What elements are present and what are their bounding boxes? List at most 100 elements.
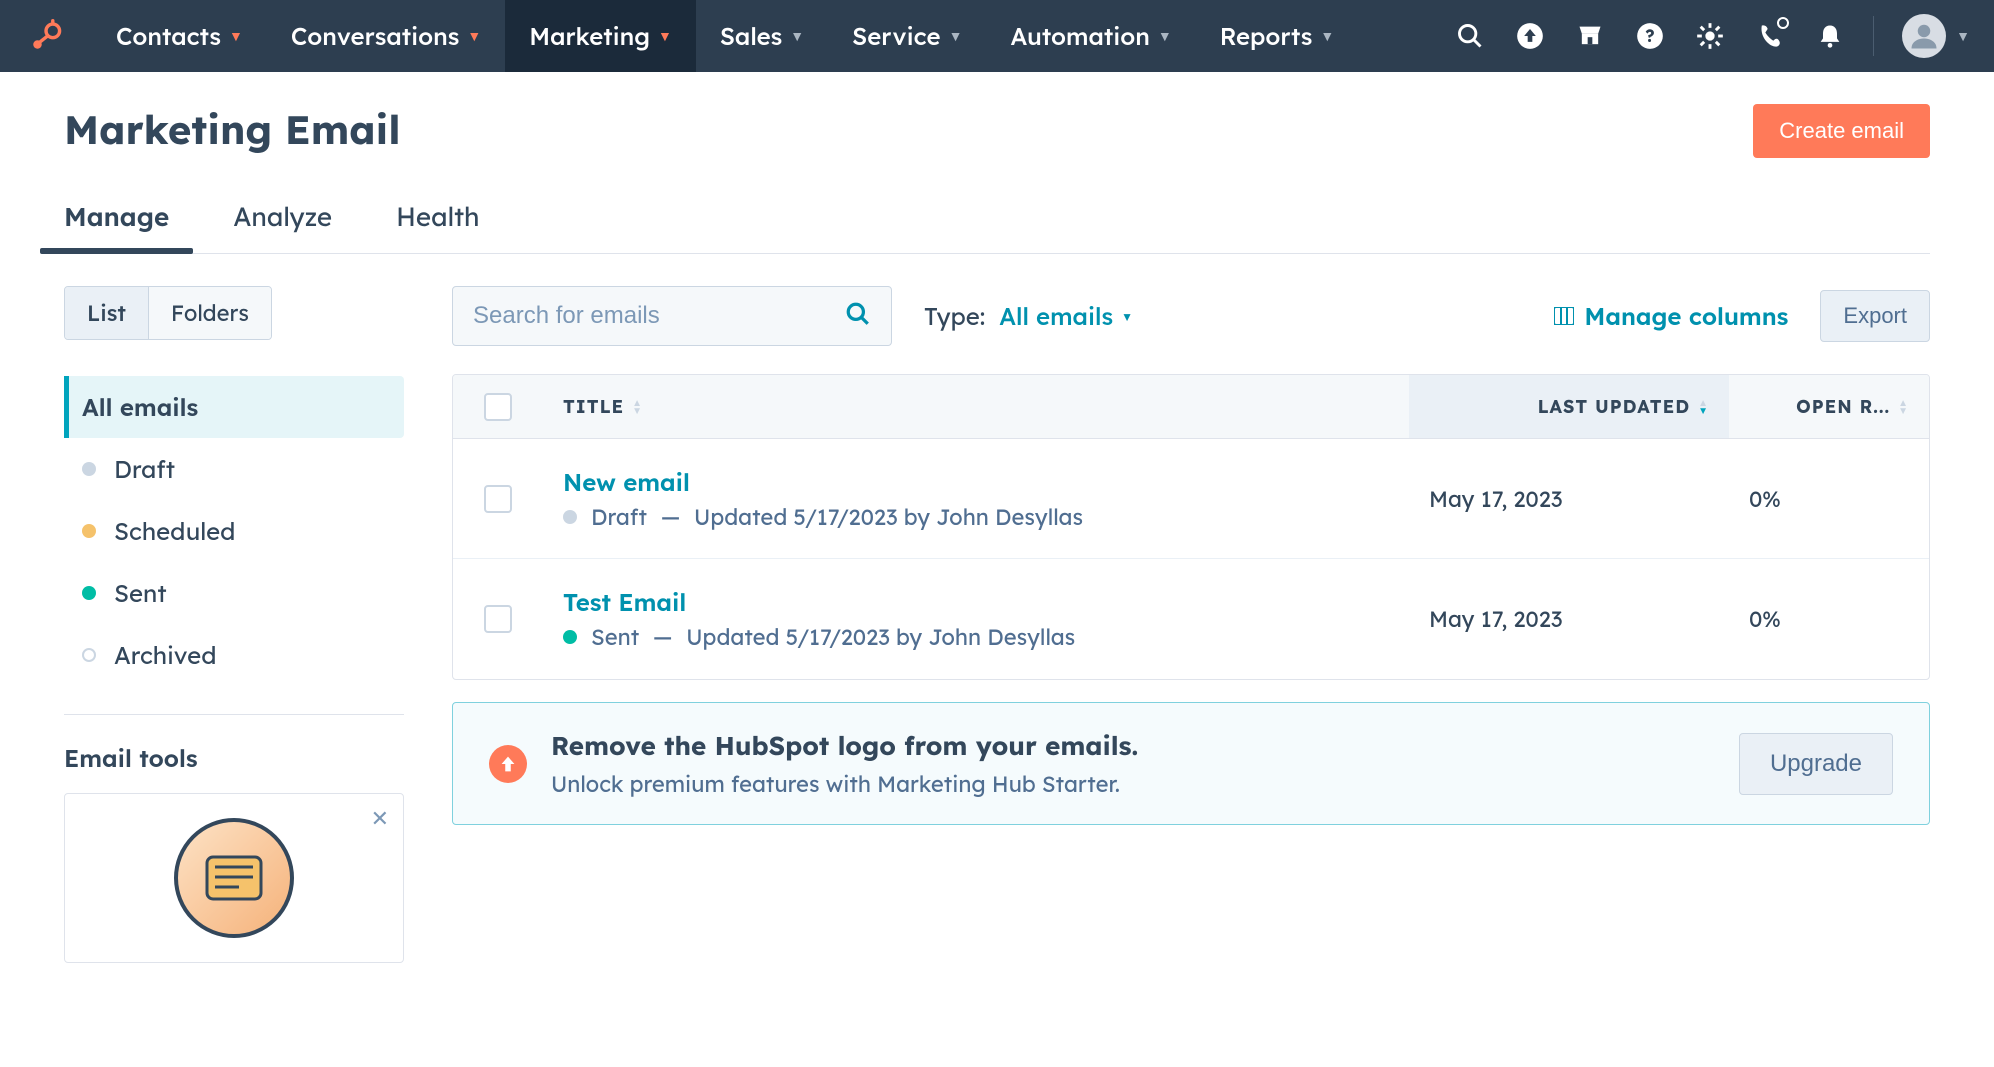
search-box[interactable]	[452, 286, 892, 346]
main-panel: Type: All emails▼ Manage columns Export …	[452, 286, 1930, 963]
nav-item-sales[interactable]: Sales ▼	[696, 0, 828, 72]
row-checkbox[interactable]	[484, 485, 512, 513]
row-updated-cell: May 17, 2023	[1409, 485, 1729, 513]
segment-folders[interactable]: Folders	[148, 287, 271, 339]
table-row: Test Email Sent — Updated 5/17/2023 by J…	[453, 559, 1929, 679]
status-dot-icon	[82, 586, 96, 600]
chevron-down-icon: ▼	[1121, 309, 1133, 324]
filter-label: Draft	[114, 454, 175, 484]
search-input[interactable]	[473, 302, 845, 330]
nav-label: Sales	[720, 21, 782, 51]
divider	[64, 714, 404, 715]
settings-icon[interactable]	[1695, 21, 1725, 51]
header-title[interactable]: TITLE ▲▼	[543, 395, 1409, 418]
export-button[interactable]: Export	[1820, 290, 1930, 342]
email-status: Draft	[591, 503, 647, 531]
email-tools-card: ✕	[64, 793, 404, 963]
banner-subtitle: Unlock premium features with Marketing H…	[551, 770, 1138, 798]
row-checkbox[interactable]	[484, 605, 512, 633]
sidebar: List Folders All emails Draft Scheduled …	[64, 286, 404, 963]
chevron-down-icon: ▼	[1158, 27, 1172, 45]
filter-all-emails[interactable]: All emails	[64, 376, 404, 438]
sort-indicator-icon: ▲▼	[1898, 399, 1909, 415]
nav-item-conversations[interactable]: Conversations ▼	[267, 0, 505, 72]
status-dot-icon	[82, 524, 96, 538]
page-title: Marketing Email	[64, 104, 400, 154]
tab-manage[interactable]: Manage	[64, 186, 169, 253]
nav-item-reports[interactable]: Reports▼	[1196, 0, 1359, 72]
emails-table: TITLE ▲▼ LAST UPDATED ▲▼ OPEN R...▲▼ New e…	[452, 374, 1930, 680]
header-title-label: TITLE	[563, 395, 624, 418]
notification-dot-icon	[1777, 17, 1789, 29]
help-icon[interactable]: ?	[1635, 21, 1665, 51]
filter-draft[interactable]: Draft	[64, 438, 404, 500]
type-filter-value[interactable]: All emails▼	[999, 301, 1133, 331]
nav-label: Contacts	[116, 21, 221, 51]
status-dot-icon	[82, 462, 96, 476]
sort-indicator-icon: ▲▼	[1698, 399, 1709, 415]
table-header: TITLE ▲▼ LAST UPDATED ▲▼ OPEN R...▲▼	[453, 375, 1929, 439]
header-last-updated[interactable]: LAST UPDATED ▲▼	[1409, 375, 1729, 438]
status-dot-icon	[563, 630, 577, 644]
nav-label: Marketing	[529, 21, 650, 51]
filter-label: Archived	[114, 640, 216, 670]
row-open-rate-cell: 0%	[1729, 485, 1929, 513]
email-title-link[interactable]: Test Email	[563, 587, 1389, 617]
sort-indicator-icon: ▲▼	[632, 399, 643, 415]
account-menu[interactable]: ▼	[1873, 16, 1970, 56]
search-icon[interactable]	[1455, 21, 1485, 51]
filter-scheduled[interactable]: Scheduled	[64, 500, 404, 562]
search-icon[interactable]	[845, 301, 871, 331]
calling-icon[interactable]	[1755, 21, 1785, 51]
filter-label: Sent	[114, 578, 167, 608]
nav-item-service[interactable]: Service ▼	[828, 0, 986, 72]
type-filter-label: Type:	[924, 301, 985, 331]
row-open-rate-cell: 0%	[1729, 605, 1929, 633]
marketplace-icon[interactable]	[1575, 21, 1605, 51]
separator: —	[661, 503, 680, 531]
close-icon[interactable]: ✕	[371, 804, 389, 832]
tab-health[interactable]: Health	[396, 186, 479, 253]
email-subtitle: Sent — Updated 5/17/2023 by John Desylla…	[563, 623, 1389, 651]
nav-label: Automation	[1010, 21, 1149, 51]
row-title-cell: Test Email Sent — Updated 5/17/2023 by J…	[543, 587, 1409, 651]
avatar-icon	[1902, 14, 1946, 58]
email-title-link[interactable]: New email	[563, 467, 1389, 497]
chevron-down-icon: ▼	[949, 27, 963, 45]
chevron-down-icon: ▼	[467, 27, 481, 45]
segment-list[interactable]: List	[65, 287, 148, 339]
filter-sent[interactable]: Sent	[64, 562, 404, 624]
chevron-down-icon: ▼	[790, 27, 804, 45]
select-all-checkbox[interactable]	[484, 393, 512, 421]
email-updated-by: Updated 5/17/2023 by John Desyllas	[686, 623, 1075, 651]
row-checkbox-cell	[453, 485, 543, 513]
status-dot-icon	[82, 648, 96, 662]
nav-item-marketing[interactable]: Marketing▼	[505, 0, 696, 72]
header-checkbox-cell	[453, 393, 543, 421]
tab-analyze[interactable]: Analyze	[233, 186, 332, 253]
hubspot-logo-icon[interactable]	[24, 19, 68, 53]
email-subtitle: Draft — Updated 5/17/2023 by John Desyll…	[563, 503, 1389, 531]
topnav-right-icons: ?	[1455, 21, 1845, 51]
nav-item-automation[interactable]: Automation ▼	[986, 0, 1195, 72]
filter-archived[interactable]: Archived	[64, 624, 404, 686]
email-tools-heading: Email tools	[64, 743, 404, 773]
topnav: Contacts▼ Conversations▼ Marketing▼ Sale…	[0, 0, 1994, 72]
create-email-button[interactable]: Create email	[1753, 104, 1930, 158]
nav-label: Conversations	[291, 21, 459, 51]
banner-title: Remove the HubSpot logo from your emails…	[551, 729, 1138, 762]
notifications-icon[interactable]	[1815, 21, 1845, 51]
header-updated-label: LAST UPDATED	[1538, 395, 1691, 418]
nav-label: Service	[852, 21, 940, 51]
upgrade-icon[interactable]	[1515, 21, 1545, 51]
svg-text:?: ?	[1645, 25, 1654, 47]
header-open-rate[interactable]: OPEN R...▲▼	[1729, 395, 1929, 418]
manage-columns-button[interactable]: Manage columns	[1554, 301, 1788, 331]
email-tools-illustration-icon	[174, 818, 294, 938]
status-filters: All emails Draft Scheduled Sent Archived	[64, 376, 404, 686]
row-checkbox-cell	[453, 605, 543, 633]
nav-item-contacts[interactable]: Contacts▼	[92, 0, 267, 72]
upgrade-button[interactable]: Upgrade	[1739, 733, 1893, 795]
upgrade-arrow-icon	[489, 745, 527, 783]
row-updated-cell: May 17, 2023	[1409, 605, 1729, 633]
